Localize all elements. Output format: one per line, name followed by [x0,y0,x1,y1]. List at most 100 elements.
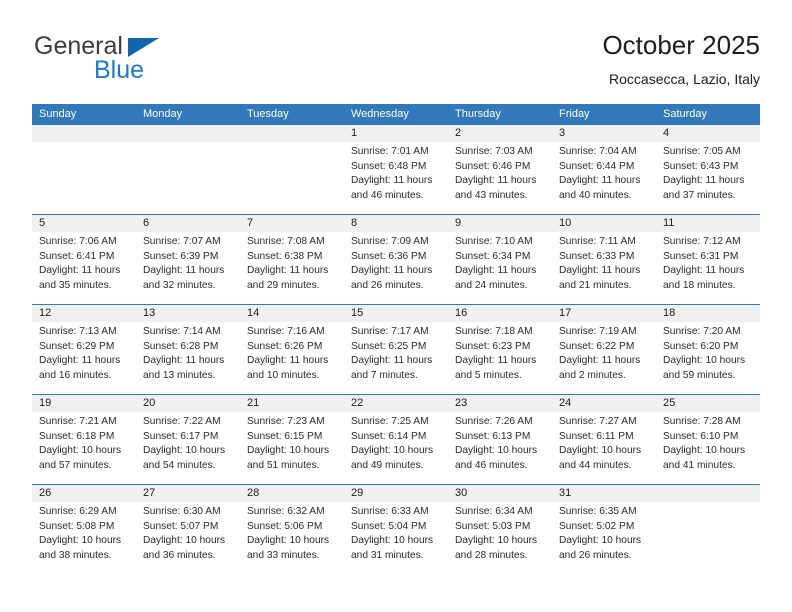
calendar-day-cell[interactable]: 18 Sunrise: 7:20 AM Sunset: 6:20 PM Dayligh… [656,305,760,394]
calendar-day-cell[interactable]: 22 Sunrise: 7:25 AM Sunset: 6:14 PM Dayligh… [344,395,448,484]
calendar-day-cell-empty [240,125,344,214]
calendar-page: General Blue October 2025 Roccasecca, La… [0,0,792,612]
daylight-text: Daylight: 10 hours and 51 minutes. [247,445,330,471]
day-sun-info: Sunrise: 7:05 AM Sunset: 6:43 PM Daylight:… [656,142,760,203]
calendar-day-cell[interactable]: 1 Sunrise: 7:01 AM Sunset: 6:48 PM Daylight… [344,125,448,214]
calendar-day-cell[interactable]: 24 Sunrise: 7:27 AM Sunset: 6:11 PM Dayligh… [552,395,656,484]
calendar-day-cell[interactable]: 13 Sunrise: 7:14 AM Sunset: 6:28 PM Dayligh… [136,305,240,394]
page-subtitle: Roccasecca, Lazio, Italy [609,71,760,87]
sunset-text: Sunset: 6:15 PM [247,430,323,442]
sunrise-text: Sunrise: 7:01 AM [351,146,429,157]
day-sun-info: Sunrise: 7:01 AM Sunset: 6:48 PM Daylight:… [344,142,448,203]
daylight-text: Daylight: 11 hours and 35 minutes. [39,265,121,291]
sunrise-text: Sunrise: 7:20 AM [663,326,741,337]
calendar-day-cell[interactable]: 5 Sunrise: 7:06 AM Sunset: 6:41 PM Daylight… [32,215,136,304]
sunrise-text: Sunrise: 7:04 AM [559,146,637,157]
calendar-day-cell[interactable]: 9 Sunrise: 7:10 AM Sunset: 6:34 PM Daylight… [448,215,552,304]
calendar-day-cell[interactable]: 3 Sunrise: 7:04 AM Sunset: 6:44 PM Daylight… [552,125,656,214]
sunrise-text: Sunrise: 7:18 AM [455,326,533,337]
calendar-day-cell[interactable]: 6 Sunrise: 7:07 AM Sunset: 6:39 PM Daylight… [136,215,240,304]
sunset-text: Sunset: 5:04 PM [351,520,427,532]
calendar-week-row: 1 Sunrise: 7:01 AM Sunset: 6:48 PM Daylight… [32,125,760,214]
day-sun-info: Sunrise: 7:10 AM Sunset: 6:34 PM Daylight:… [448,232,552,293]
day-number: 24 [552,395,656,412]
calendar-day-cell[interactable]: 11 Sunrise: 7:12 AM Sunset: 6:31 PM Dayligh… [656,215,760,304]
calendar-day-cell[interactable]: 19 Sunrise: 7:21 AM Sunset: 6:18 PM Dayligh… [32,395,136,484]
day-sun-info: Sunrise: 7:19 AM Sunset: 6:22 PM Daylight:… [552,322,656,383]
sunrise-text: Sunrise: 7:13 AM [39,326,117,337]
calendar-day-cell[interactable]: 7 Sunrise: 7:08 AM Sunset: 6:38 PM Daylight… [240,215,344,304]
calendar-day-cell[interactable]: 15 Sunrise: 7:17 AM Sunset: 6:25 PM Dayligh… [344,305,448,394]
calendar-week-row: 5 Sunrise: 7:06 AM Sunset: 6:41 PM Daylight… [32,214,760,304]
daylight-text: Daylight: 10 hours and 31 minutes. [351,535,434,561]
sunrise-text: Sunrise: 6:32 AM [247,506,325,517]
day-sun-info: Sunrise: 7:18 AM Sunset: 6:23 PM Daylight:… [448,322,552,383]
daylight-text: Daylight: 11 hours and 10 minutes. [247,355,329,381]
calendar-day-cell[interactable]: 29 Sunrise: 6:33 AM Sunset: 5:04 PM Dayligh… [344,485,448,574]
calendar-day-cell[interactable]: 8 Sunrise: 7:09 AM Sunset: 6:36 PM Daylight… [344,215,448,304]
general-blue-logo[interactable]: General Blue [32,32,252,90]
sunset-text: Sunset: 6:36 PM [351,250,427,262]
day-sun-info: Sunrise: 7:08 AM Sunset: 6:38 PM Daylight:… [240,232,344,293]
calendar-day-cell[interactable]: 16 Sunrise: 7:18 AM Sunset: 6:23 PM Dayligh… [448,305,552,394]
calendar-day-cell[interactable]: 17 Sunrise: 7:19 AM Sunset: 6:22 PM Dayligh… [552,305,656,394]
weekday-header-tuesday: Tuesday [247,108,289,120]
day-number: 20 [136,395,240,412]
calendar-day-cell[interactable]: 26 Sunrise: 6:29 AM Sunset: 5:08 PM Dayligh… [32,485,136,574]
calendar-day-cell[interactable]: 2 Sunrise: 7:03 AM Sunset: 6:46 PM Daylight… [448,125,552,214]
day-sun-info: Sunrise: 7:28 AM Sunset: 6:10 PM Daylight:… [656,412,760,473]
sunset-text: Sunset: 6:46 PM [455,160,531,172]
sunset-text: Sunset: 5:07 PM [143,520,219,532]
calendar-day-cell[interactable]: 21 Sunrise: 7:23 AM Sunset: 6:15 PM Dayligh… [240,395,344,484]
day-sun-info: Sunrise: 7:17 AM Sunset: 6:25 PM Daylight:… [344,322,448,383]
day-number: 3 [552,125,656,142]
day-sun-info: Sunrise: 6:34 AM Sunset: 5:03 PM Daylight:… [448,502,552,563]
day-sun-info: Sunrise: 6:29 AM Sunset: 5:08 PM Daylight:… [32,502,136,563]
sunset-text: Sunset: 6:28 PM [143,340,219,352]
calendar-day-cell[interactable]: 12 Sunrise: 7:13 AM Sunset: 6:29 PM Dayligh… [32,305,136,394]
calendar-day-cell[interactable]: 10 Sunrise: 7:11 AM Sunset: 6:33 PM Dayligh… [552,215,656,304]
calendar-day-cell[interactable]: 14 Sunrise: 7:16 AM Sunset: 6:26 PM Dayligh… [240,305,344,394]
calendar-day-cell[interactable]: 27 Sunrise: 6:30 AM Sunset: 5:07 PM Dayligh… [136,485,240,574]
page-title: October 2025 [602,30,760,60]
calendar-day-cell[interactable]: 31 Sunrise: 6:35 AM Sunset: 5:02 PM Dayligh… [552,485,656,574]
sunrise-text: Sunrise: 6:33 AM [351,506,429,517]
sunrise-text: Sunrise: 6:30 AM [143,506,221,517]
weekday-header-thursday: Thursday [455,108,501,120]
day-number: 1 [344,125,448,142]
calendar-day-cell[interactable]: 28 Sunrise: 6:32 AM Sunset: 5:06 PM Dayligh… [240,485,344,574]
day-number: 8 [344,215,448,232]
sunrise-text: Sunrise: 7:23 AM [247,416,325,427]
sunset-text: Sunset: 6:18 PM [39,430,115,442]
day-number [136,125,240,142]
sunset-text: Sunset: 6:43 PM [663,160,739,172]
weekday-header-friday: Friday [559,108,590,120]
calendar-day-cell[interactable]: 20 Sunrise: 7:22 AM Sunset: 6:17 PM Dayligh… [136,395,240,484]
sunrise-text: Sunrise: 7:22 AM [143,416,221,427]
day-number: 13 [136,305,240,322]
sunrise-text: Sunrise: 7:17 AM [351,326,429,337]
day-sun-info: Sunrise: 7:20 AM Sunset: 6:20 PM Daylight:… [656,322,760,383]
calendar-day-cell[interactable]: 23 Sunrise: 7:26 AM Sunset: 6:13 PM Dayligh… [448,395,552,484]
weekday-header-row: Sunday Monday Tuesday Wednesday Thursday… [32,104,760,125]
day-sun-info: Sunrise: 7:25 AM Sunset: 6:14 PM Daylight:… [344,412,448,473]
sunset-text: Sunset: 6:13 PM [455,430,531,442]
day-number: 16 [448,305,552,322]
daylight-text: Daylight: 10 hours and 41 minutes. [663,445,746,471]
calendar-day-cell-empty [656,485,760,574]
day-number: 29 [344,485,448,502]
day-sun-info: Sunrise: 7:06 AM Sunset: 6:41 PM Daylight:… [32,232,136,293]
calendar-day-cell[interactable]: 4 Sunrise: 7:05 AM Sunset: 6:43 PM Daylight… [656,125,760,214]
sunrise-text: Sunrise: 7:10 AM [455,236,533,247]
calendar-day-cell[interactable]: 25 Sunrise: 7:28 AM Sunset: 6:10 PM Dayligh… [656,395,760,484]
sunrise-text: Sunrise: 7:19 AM [559,326,637,337]
day-number: 6 [136,215,240,232]
day-sun-info: Sunrise: 7:27 AM Sunset: 6:11 PM Daylight:… [552,412,656,473]
sunset-text: Sunset: 6:11 PM [559,430,634,442]
day-sun-info: Sunrise: 7:26 AM Sunset: 6:13 PM Daylight:… [448,412,552,473]
day-number: 21 [240,395,344,412]
calendar-day-cell[interactable]: 30 Sunrise: 6:34 AM Sunset: 5:03 PM Dayligh… [448,485,552,574]
sunset-text: Sunset: 6:17 PM [143,430,219,442]
sunrise-text: Sunrise: 7:03 AM [455,146,533,157]
daylight-text: Daylight: 11 hours and 2 minutes. [559,355,641,381]
